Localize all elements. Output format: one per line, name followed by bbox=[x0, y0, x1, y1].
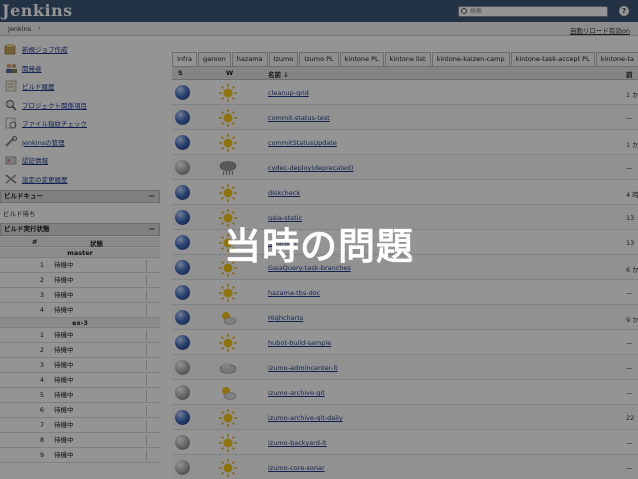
slide-caption: 当時の問題 bbox=[224, 225, 414, 268]
